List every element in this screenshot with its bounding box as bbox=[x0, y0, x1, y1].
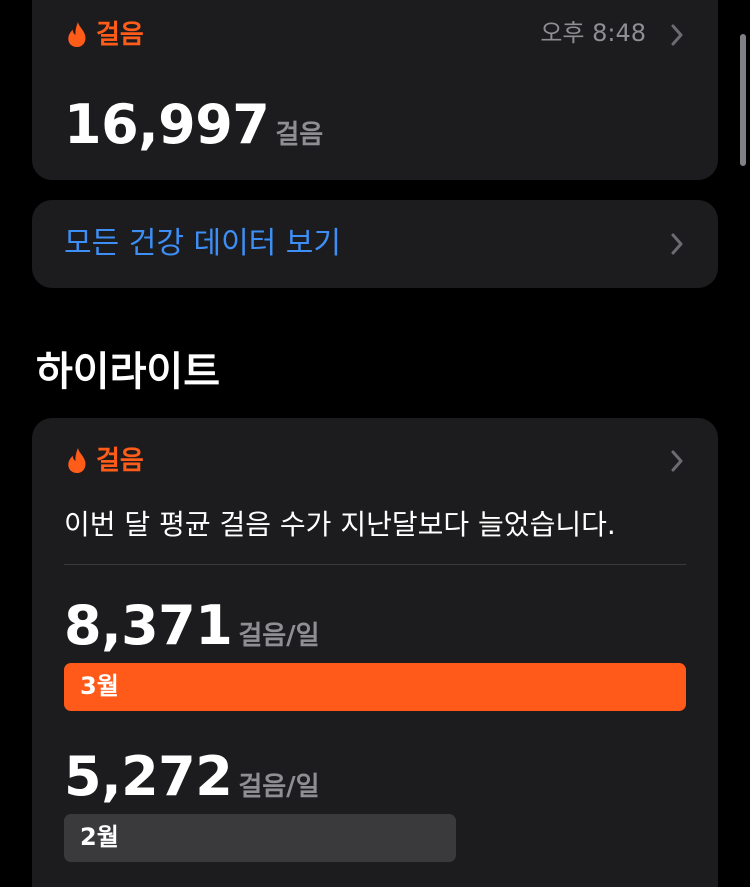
highlights-title: 하이라이트 bbox=[36, 349, 220, 395]
march-bar-label: 3월 bbox=[80, 672, 119, 700]
march-average-value: 8,371 bbox=[64, 594, 233, 657]
february-average-row: 5,272 걸음/일 bbox=[64, 750, 320, 804]
steps-unit: 걸음 bbox=[275, 120, 324, 150]
chevron-right-icon[interactable] bbox=[670, 24, 684, 46]
february-average-unit: 걸음/일 bbox=[238, 772, 320, 802]
flame-icon bbox=[68, 21, 86, 48]
highlight-card[interactable]: 걸음 이번 달 평균 걸음 수가 지난달보다 늘었습니다. 8,371 걸음/일 … bbox=[32, 418, 718, 887]
steps-timestamp: 오후 8:48 bbox=[540, 19, 646, 47]
highlight-category-label: 걸음 bbox=[96, 445, 144, 476]
highlight-summary: 이번 달 평균 걸음 수가 지난달보다 늘었습니다. bbox=[64, 508, 616, 541]
march-average-unit: 걸음/일 bbox=[238, 621, 320, 651]
divider bbox=[64, 564, 686, 565]
highlight-category-row: 걸음 bbox=[66, 447, 144, 474]
february-bar: 2월 bbox=[64, 814, 456, 862]
steps-category-label: 걸음 bbox=[96, 19, 144, 50]
flame-icon bbox=[68, 447, 86, 474]
chevron-right-icon bbox=[671, 233, 683, 255]
steps-category-row: 걸음 bbox=[66, 21, 144, 48]
march-bar: 3월 bbox=[64, 663, 686, 711]
steps-card[interactable]: 걸음 오후 8:48 16,997 걸음 bbox=[32, 0, 718, 180]
all-health-data-button[interactable]: 모든 건강 데이터 보기 bbox=[32, 200, 718, 288]
february-bar-label: 2월 bbox=[80, 823, 119, 851]
steps-value: 16,997 bbox=[64, 93, 270, 156]
chevron-right-icon[interactable] bbox=[670, 450, 684, 472]
steps-value-row: 16,997 걸음 bbox=[64, 98, 323, 152]
all-health-data-label: 모든 건강 데이터 보기 bbox=[64, 226, 342, 261]
scrollbar[interactable] bbox=[740, 34, 746, 166]
march-average-row: 8,371 걸음/일 bbox=[64, 599, 320, 653]
february-average-value: 5,272 bbox=[64, 745, 233, 808]
